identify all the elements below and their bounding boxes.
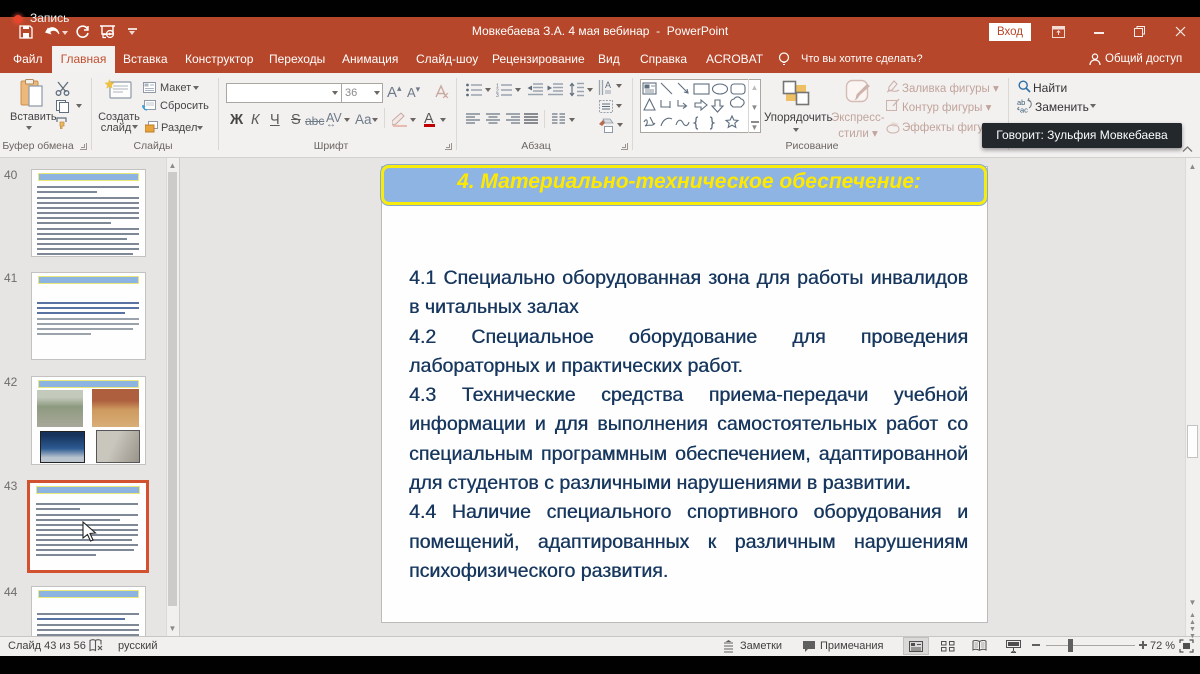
svg-text:А: А (605, 80, 611, 90)
svg-text:ac: ac (1020, 106, 1028, 114)
svg-text:3: 3 (496, 93, 499, 97)
